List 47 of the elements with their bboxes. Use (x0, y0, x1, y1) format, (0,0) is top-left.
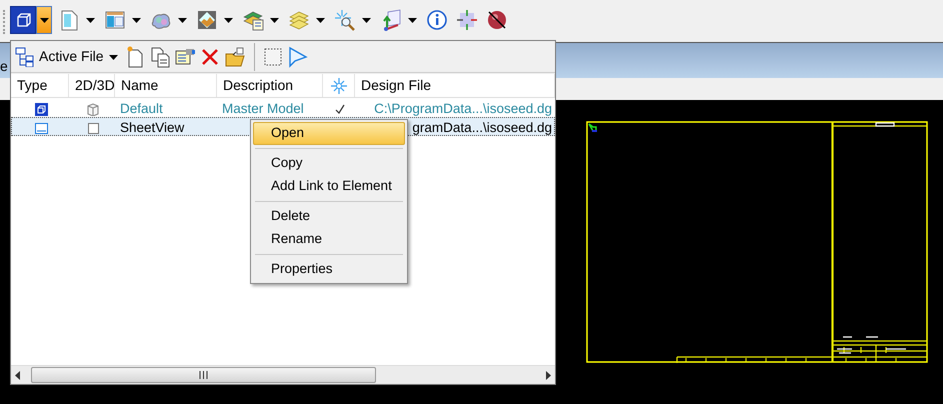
menu-item[interactable]: Properties (253, 258, 405, 281)
caret-icon (176, 15, 188, 25)
caret-icon (84, 15, 96, 25)
scroll-right-icon (545, 370, 551, 380)
layers-icon (288, 9, 310, 31)
crosshair-icon (456, 9, 478, 31)
tree-icon (15, 46, 35, 66)
design-file-path: C:\ProgramData...\isoseed.dg (373, 100, 553, 118)
window-title: e (0, 57, 8, 76)
column-header[interactable]: Name (115, 74, 217, 97)
magnifier-icon (334, 9, 356, 31)
model-description: Master Model (221, 100, 305, 118)
caret-icon (406, 15, 418, 25)
info-icon (426, 9, 448, 31)
menu-item[interactable]: Rename (253, 228, 405, 251)
menu-item[interactable]: Delete (253, 205, 405, 228)
caret-icon (268, 15, 280, 25)
caret-icon (130, 15, 142, 25)
design-file-path: gramData...\isoseed.dg (411, 119, 553, 137)
file-selector[interactable]: Active File (35, 46, 123, 67)
scrollbar-thumb[interactable] (31, 367, 376, 383)
picture-icon (196, 9, 218, 31)
scroll-left-icon (15, 370, 21, 380)
layers-list-icon (242, 9, 264, 31)
menu-item[interactable]: Copy (253, 152, 405, 175)
sheet-icon (34, 122, 48, 134)
table-icon (104, 9, 126, 31)
caret-icon (314, 15, 326, 25)
grip-icon (199, 371, 208, 379)
caret-icon (222, 15, 234, 25)
menu-item[interactable]: Open (253, 122, 405, 145)
column-header[interactable]: Type (11, 74, 69, 97)
menu-item[interactable]: Add Link to Element (253, 175, 405, 198)
copy-icon (149, 46, 172, 68)
column-header[interactable]: Design File (355, 74, 555, 97)
toolbar-button[interactable] (10, 6, 36, 34)
folder-icon (224, 46, 246, 68)
sparkle-icon (330, 78, 346, 94)
caret-icon (38, 15, 50, 25)
column-header[interactable]: 2D/3D (69, 74, 115, 97)
dropdown-button[interactable] (36, 6, 52, 34)
model-icon (34, 102, 48, 116)
model-name: SheetView (119, 119, 186, 137)
model-name: Default (119, 100, 164, 118)
caret-icon (360, 15, 372, 25)
no-sign-icon (486, 9, 508, 31)
column-header[interactable]: Description (217, 74, 323, 97)
